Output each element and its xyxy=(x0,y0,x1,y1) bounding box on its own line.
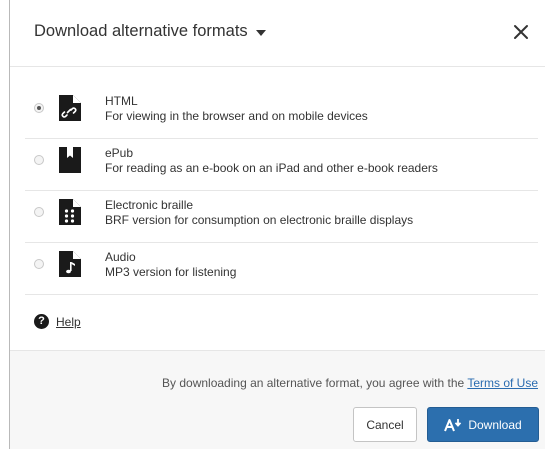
help-link-group[interactable]: ? Help xyxy=(34,314,81,329)
option-title: Electronic braille xyxy=(105,198,194,212)
html-file-icon xyxy=(59,95,81,121)
format-option-audio[interactable]: Audio MP3 version for listening xyxy=(25,243,538,295)
download-button[interactable]: Download xyxy=(427,407,539,442)
terms-agreement-text: By downloading an alternative format, yo… xyxy=(162,376,468,390)
terms-agreement: By downloading an alternative format, yo… xyxy=(162,376,538,390)
caret-down-icon xyxy=(255,29,266,36)
help-link[interactable]: Help xyxy=(56,315,81,329)
audio-file-icon xyxy=(59,251,81,277)
radio-html[interactable] xyxy=(34,103,44,113)
option-description: For reading as an e-book on an iPad and … xyxy=(105,161,438,175)
braille-file-icon xyxy=(59,199,81,225)
format-option-html[interactable]: HTML For viewing in the browser and on m… xyxy=(25,87,538,139)
format-option-epub[interactable]: ePub For reading as an e-book on an iPad… xyxy=(25,139,538,191)
option-title: HTML xyxy=(105,94,138,108)
format-option-braille[interactable]: Electronic braille BRF version for consu… xyxy=(25,191,538,243)
radio-epub[interactable] xyxy=(34,155,44,165)
dialog-title: Download alternative formats xyxy=(34,22,248,40)
close-icon[interactable] xyxy=(511,22,531,42)
option-description: BRF version for consumption on electroni… xyxy=(105,213,414,227)
download-button-label: Download xyxy=(468,417,522,432)
option-title: Audio xyxy=(105,250,136,264)
option-description: MP3 version for listening xyxy=(105,265,237,279)
dialog-title-dropdown[interactable]: Download alternative formats xyxy=(34,22,266,41)
accessible-download-icon xyxy=(444,418,462,431)
option-title: ePub xyxy=(105,146,134,160)
option-description: For viewing in the browser and on mobile… xyxy=(105,109,368,123)
download-formats-dialog: Download alternative formats HTML For vi… xyxy=(9,0,545,449)
dialog-header: Download alternative formats xyxy=(10,0,545,67)
terms-of-use-link[interactable]: Terms of Use xyxy=(467,376,538,390)
cancel-button[interactable]: Cancel xyxy=(353,407,417,442)
epub-file-icon xyxy=(59,147,81,173)
question-circle-icon: ? xyxy=(34,314,49,329)
radio-braille[interactable] xyxy=(34,207,44,217)
dialog-footer: By downloading an alternative format, yo… xyxy=(10,350,545,449)
radio-audio[interactable] xyxy=(34,259,44,269)
